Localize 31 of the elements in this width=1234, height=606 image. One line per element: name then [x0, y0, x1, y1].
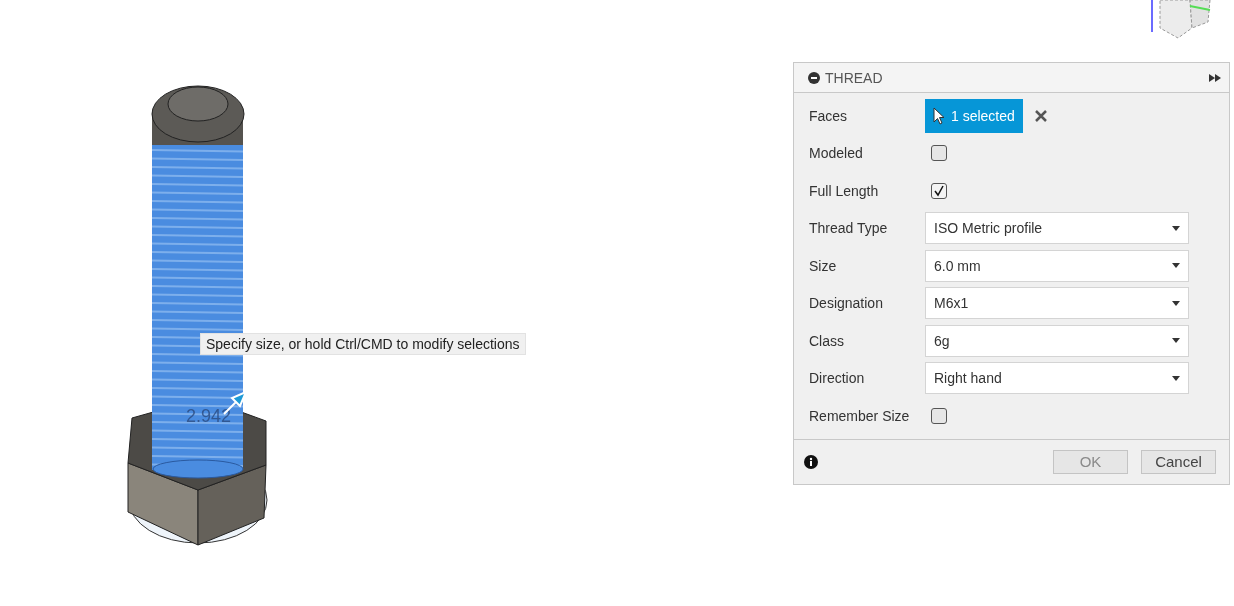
dialog-title: THREAD — [825, 69, 884, 86]
dimension-value: 2.942 — [186, 406, 232, 427]
caret-icon — [1172, 263, 1180, 269]
caret-icon — [1172, 375, 1180, 381]
dialog-button[interactable]: Cancel — [1141, 449, 1216, 474]
fast-forward-icon[interactable] — [1209, 73, 1221, 82]
field-label: Thread Type — [809, 220, 889, 237]
dropdown[interactable]: Right hand — [925, 362, 1189, 395]
pointer-icon — [933, 106, 945, 125]
caret-icon — [1172, 225, 1180, 231]
dropdown[interactable]: ISO Metric profile — [925, 212, 1189, 245]
dropdown[interactable]: 6.0 mm — [925, 249, 1189, 282]
clear-selection-button[interactable] — [1032, 107, 1049, 124]
dropdown[interactable]: 6g — [925, 324, 1189, 357]
tooltip: Specify size, or hold Ctrl/CMD to modify selections — [200, 333, 526, 355]
field-label: Remember Size — [809, 407, 911, 424]
field-label: Direction — [809, 370, 866, 387]
checkbox[interactable] — [931, 182, 947, 199]
field-label: Size — [809, 257, 838, 274]
field-label: Modeled — [809, 145, 864, 162]
field-label: Designation — [809, 295, 884, 312]
checkbox[interactable] — [931, 145, 947, 162]
info-icon[interactable] — [804, 454, 818, 469]
collapse-icon[interactable] — [808, 71, 820, 84]
field-label: Faces — [809, 107, 849, 124]
caret-icon — [1172, 300, 1180, 306]
field-label: Full Length — [809, 182, 880, 199]
caret-icon — [1172, 338, 1180, 344]
field-label: Class — [809, 332, 845, 349]
checkbox[interactable] — [931, 407, 947, 424]
dropdown[interactable]: M6x1 — [925, 287, 1189, 320]
